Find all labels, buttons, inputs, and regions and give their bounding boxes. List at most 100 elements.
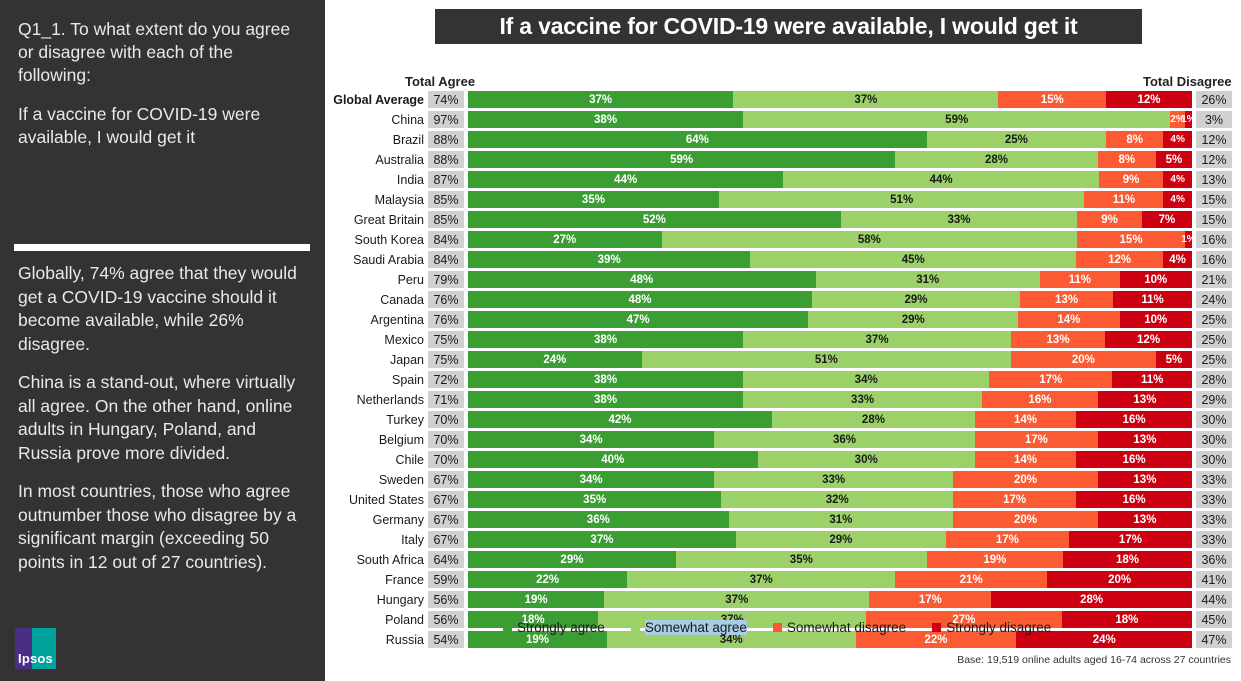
segment-strongly-disagree[interactable]: 11%	[1112, 371, 1192, 388]
segment-somewhat-disagree[interactable]: 8%	[1105, 131, 1164, 148]
segment-somewhat-agree[interactable]: 28%	[772, 411, 975, 428]
segment-strongly-agree[interactable]: 48%	[468, 291, 813, 308]
chart-row[interactable]: Belgium 70% 30% 34% 36% 17% 13%	[325, 430, 1241, 450]
segment-strongly-agree[interactable]: 48%	[468, 271, 816, 288]
chart-row[interactable]: Malaysia 85% 15% 35% 51% 11% 4%	[325, 190, 1241, 210]
chart-row[interactable]: Sweden 67% 33% 34% 33% 20% 13%	[325, 470, 1241, 490]
chart-row[interactable]: Argentina 76% 25% 47% 29% 14% 10%	[325, 310, 1241, 330]
chart-row[interactable]: Peru 79% 21% 48% 31% 11% 10%	[325, 270, 1241, 290]
segment-somewhat-agree[interactable]: 29%	[808, 311, 1019, 328]
segment-somewhat-disagree[interactable]: 20%	[953, 471, 1098, 488]
segment-strongly-disagree[interactable]: 10%	[1119, 271, 1192, 288]
chart-row[interactable]: South Korea 84% 16% 27% 58% 15% 1%	[325, 230, 1241, 250]
segment-somewhat-agree[interactable]: 33%	[714, 471, 954, 488]
segment-somewhat-disagree[interactable]: 17%	[989, 371, 1113, 388]
segment-somewhat-agree[interactable]: 58%	[661, 231, 1078, 248]
segment-somewhat-disagree[interactable]: 11%	[1084, 191, 1164, 208]
segment-strongly-disagree[interactable]: 4%	[1163, 171, 1192, 188]
segment-somewhat-disagree[interactable]: 17%	[869, 591, 992, 608]
segment-somewhat-disagree[interactable]: 13%	[1019, 291, 1114, 308]
chart-row[interactable]: Spain 72% 28% 38% 34% 17% 11%	[325, 370, 1241, 390]
chart-row[interactable]: Australia 88% 12% 59% 28% 8% 5%	[325, 150, 1241, 170]
segment-somewhat-agree[interactable]: 30%	[757, 451, 975, 468]
segment-somewhat-agree[interactable]: 51%	[718, 191, 1085, 208]
segment-somewhat-disagree[interactable]: 15%	[998, 91, 1106, 108]
legend-item[interactable]: Somewhat agree	[630, 620, 747, 635]
segment-strongly-agree[interactable]: 38%	[468, 371, 744, 388]
segment-somewhat-agree[interactable]: 28%	[895, 151, 1098, 168]
segment-somewhat-agree[interactable]: 45%	[750, 251, 1077, 268]
chart-row[interactable]: Brazil 88% 12% 64% 25% 8% 4%	[325, 130, 1241, 150]
segment-strongly-disagree[interactable]: 13%	[1097, 431, 1192, 448]
chart-row[interactable]: China 97% 3% 38% 59% 2% 1%	[325, 110, 1241, 130]
segment-strongly-agree[interactable]: 35%	[468, 491, 722, 508]
segment-strongly-disagree[interactable]: 5%	[1155, 151, 1192, 168]
segment-somewhat-agree[interactable]: 34%	[743, 371, 990, 388]
segment-somewhat-agree[interactable]: 37%	[743, 331, 1011, 348]
segment-strongly-agree[interactable]: 34%	[468, 471, 715, 488]
segment-somewhat-agree[interactable]: 33%	[840, 211, 1078, 228]
segment-strongly-disagree[interactable]: 16%	[1076, 491, 1192, 508]
chart-row[interactable]: Saudi Arabia 84% 16% 39% 45% 12% 4%	[325, 250, 1241, 270]
segment-strongly-disagree[interactable]: 16%	[1076, 411, 1192, 428]
segment-strongly-disagree[interactable]: 7%	[1141, 211, 1192, 228]
segment-strongly-agree[interactable]: 38%	[468, 111, 744, 128]
segment-strongly-disagree[interactable]: 11%	[1113, 291, 1192, 308]
legend-item[interactable]: Strongly agree	[503, 620, 605, 635]
segment-somewhat-agree[interactable]: 36%	[714, 431, 975, 448]
segment-strongly-agree[interactable]: 64%	[468, 131, 927, 148]
segment-somewhat-disagree[interactable]: 9%	[1098, 171, 1164, 188]
legend-item[interactable]: Somewhat disagree	[772, 620, 906, 635]
segment-strongly-agree[interactable]: 37%	[468, 91, 734, 108]
segment-somewhat-disagree[interactable]: 16%	[982, 391, 1098, 408]
segment-somewhat-disagree[interactable]: 14%	[1018, 311, 1120, 328]
segment-strongly-disagree[interactable]: 17%	[1068, 531, 1192, 548]
segment-strongly-agree[interactable]: 22%	[468, 571, 628, 588]
segment-somewhat-disagree[interactable]: 17%	[974, 431, 1098, 448]
segment-somewhat-agree[interactable]: 31%	[815, 271, 1040, 288]
segment-strongly-agree[interactable]: 27%	[468, 231, 662, 248]
chart-row[interactable]: Italy 67% 33% 37% 29% 17% 17%	[325, 530, 1241, 550]
chart-row[interactable]: Netherlands 71% 29% 38% 33% 16% 13%	[325, 390, 1241, 410]
segment-strongly-agree[interactable]: 44%	[468, 171, 784, 188]
segment-somewhat-agree[interactable]: 37%	[733, 91, 999, 108]
segment-strongly-disagree[interactable]: 18%	[1062, 551, 1192, 568]
segment-strongly-agree[interactable]: 42%	[468, 411, 773, 428]
segment-somewhat-disagree[interactable]: 15%	[1077, 231, 1185, 248]
segment-strongly-agree[interactable]: 34%	[468, 431, 715, 448]
segment-strongly-disagree[interactable]: 13%	[1097, 471, 1192, 488]
segment-strongly-disagree[interactable]: 16%	[1076, 451, 1192, 468]
segment-somewhat-agree[interactable]: 37%	[627, 571, 896, 588]
chart-row[interactable]: Germany 67% 33% 36% 31% 20% 13%	[325, 510, 1241, 530]
segment-strongly-agree[interactable]: 47%	[468, 311, 809, 328]
segment-somewhat-disagree[interactable]: 20%	[1011, 351, 1156, 368]
segment-somewhat-disagree[interactable]: 11%	[1039, 271, 1120, 288]
segment-strongly-agree[interactable]: 38%	[468, 391, 744, 408]
segment-strongly-disagree[interactable]: 4%	[1163, 251, 1192, 268]
segment-strongly-disagree[interactable]: 10%	[1119, 311, 1192, 328]
segment-somewhat-agree[interactable]: 44%	[783, 171, 1099, 188]
segment-somewhat-disagree[interactable]: 12%	[1076, 251, 1164, 268]
legend-item[interactable]: Strongly disagree	[932, 620, 1051, 635]
segment-strongly-agree[interactable]: 29%	[468, 551, 676, 568]
segment-somewhat-disagree[interactable]: 8%	[1097, 151, 1156, 168]
chart-row[interactable]: France 59% 41% 22% 37% 21% 20%	[325, 570, 1241, 590]
segment-somewhat-agree[interactable]: 25%	[926, 131, 1106, 148]
segment-somewhat-agree[interactable]: 59%	[743, 111, 1171, 128]
segment-somewhat-agree[interactable]: 29%	[735, 531, 946, 548]
segment-strongly-agree[interactable]: 37%	[468, 531, 736, 548]
segment-strongly-agree[interactable]: 39%	[468, 251, 751, 268]
segment-strongly-agree[interactable]: 38%	[468, 331, 744, 348]
segment-strongly-disagree[interactable]: 28%	[991, 591, 1192, 608]
segment-somewhat-disagree[interactable]: 14%	[974, 451, 1077, 468]
segment-strongly-disagree[interactable]: 1%	[1181, 231, 1196, 248]
chart-row[interactable]: Mexico 75% 25% 38% 37% 13% 12%	[325, 330, 1241, 350]
segment-somewhat-disagree[interactable]: 9%	[1077, 211, 1142, 228]
segment-strongly-agree[interactable]: 19%	[468, 591, 605, 608]
chart-row[interactable]: United States 67% 33% 35% 32% 17% 16%	[325, 490, 1241, 510]
segment-somewhat-agree[interactable]: 33%	[743, 391, 983, 408]
chart-row[interactable]: Global Average 74% 26% 37% 37% 15% 12%	[325, 90, 1241, 110]
segment-somewhat-disagree[interactable]: 17%	[945, 531, 1069, 548]
segment-strongly-disagree[interactable]: 12%	[1105, 91, 1192, 108]
segment-somewhat-disagree[interactable]: 21%	[895, 571, 1048, 588]
